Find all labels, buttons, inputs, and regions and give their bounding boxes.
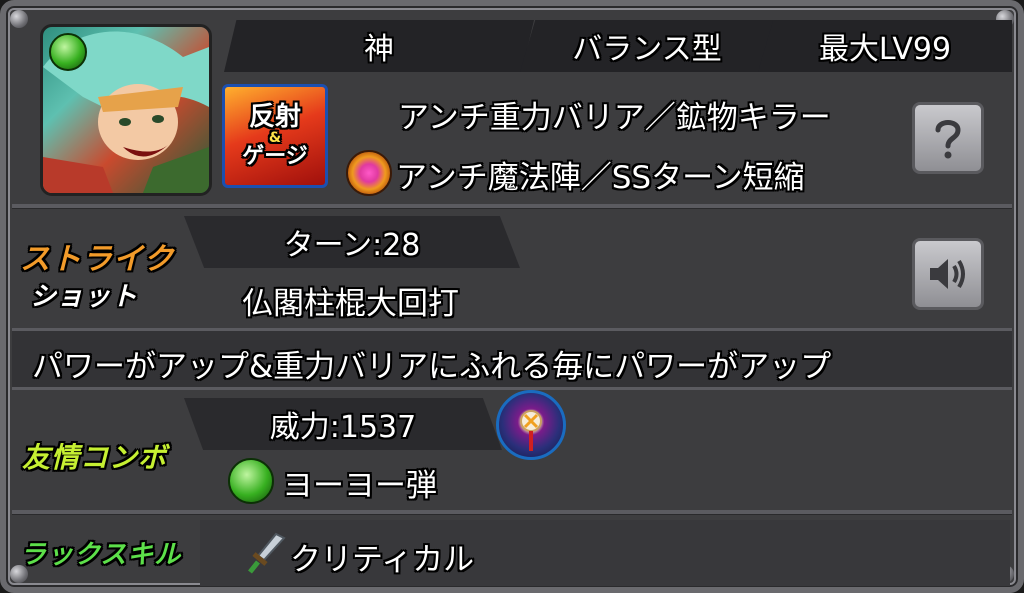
max-level-text: 最大LV99 (818, 32, 952, 67)
strike-shot-turns-box: ターン:28 (184, 216, 520, 268)
strike-shot-name: 仏閣柱棍大回打 (242, 286, 459, 322)
ability-line-1: アンチ重力バリア／鉱物キラー (398, 100, 831, 136)
sword-icon (248, 532, 286, 574)
ability-gem-icon (346, 150, 392, 196)
gauge-badge-amp: & (268, 130, 282, 146)
ability-line-2: アンチ魔法陣／SSターン短縮 (396, 160, 805, 196)
monster-portrait[interactable] (40, 24, 212, 196)
help-button[interactable] (912, 102, 984, 174)
divider (12, 204, 1012, 208)
max-level-tab: 最大LV99 (758, 20, 1012, 72)
reflect-gauge-badge: 反射 & ゲージ (222, 84, 328, 188)
luck-skill-name: クリティカル (290, 542, 475, 578)
friendship-combo-label: 友情コンボ (22, 441, 168, 474)
gauge-badge-bottom: ゲージ (242, 144, 308, 169)
yoyo-icon (496, 390, 566, 460)
strike-shot-label-line1: ストライク (20, 242, 175, 277)
gauge-badge-top: 反射 (248, 102, 301, 132)
speaker-icon (930, 259, 965, 289)
strike-shot-label: ストライク ショット (20, 234, 190, 313)
combo-power: 威力:1537 (269, 410, 417, 445)
strike-shot-turns: ターン:28 (283, 228, 421, 263)
sound-button[interactable] (912, 238, 984, 310)
divider (12, 510, 1012, 514)
wood-orb-icon (49, 33, 87, 71)
combo-power-box: 威力:1537 (184, 398, 502, 450)
strike-shot-label-line2: ショット (30, 282, 139, 312)
attribute-tab: 神 (224, 20, 534, 72)
luck-skill-label: ラックスキル (20, 540, 182, 570)
question-icon (935, 120, 961, 159)
type-text: バランス型 (572, 32, 722, 67)
attribute-text: 神 (364, 32, 394, 67)
combo-name: ヨーヨー弾 (282, 468, 437, 504)
monster-info-panel: 神 バランス型 最大LV99 反射 & ゲージ アンチ重力バリア／鉱物キラー ア… (0, 0, 1024, 593)
wood-orb-small-icon (228, 458, 274, 504)
corner-bolt (10, 10, 28, 28)
type-tab: バランス型 (520, 20, 774, 72)
strike-shot-description: パワーがアップ&重力バリアにふれる毎にパワーがアップ (32, 349, 832, 385)
strike-shot-description-bar: パワーがアップ&重力バリアにふれる毎にパワーがアップ (12, 328, 1012, 390)
